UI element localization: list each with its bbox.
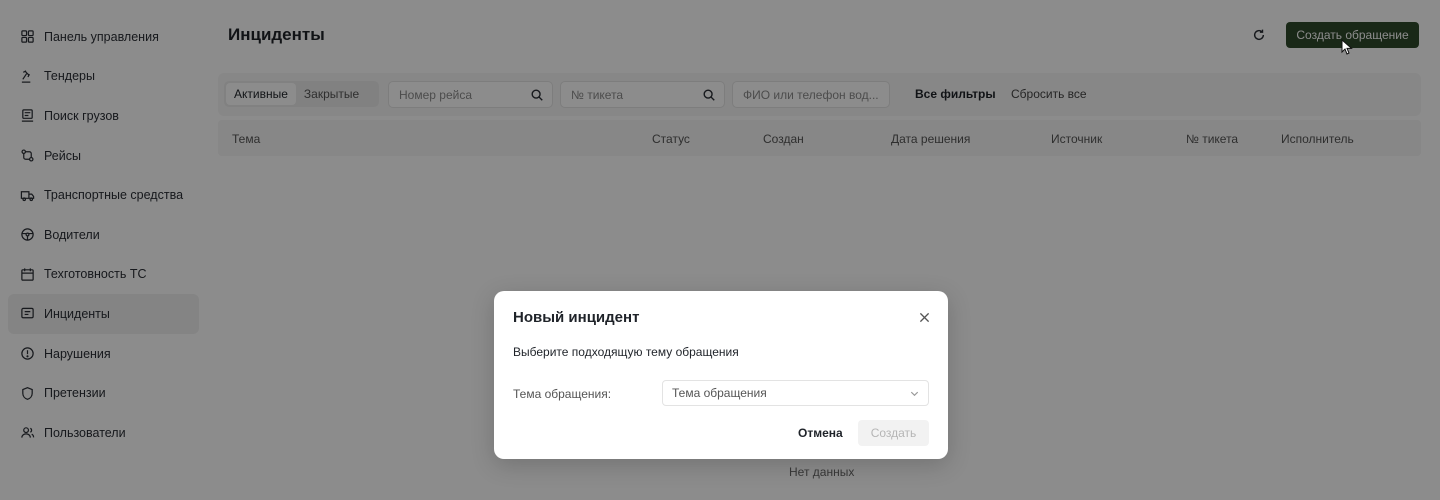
- mouse-cursor-icon: [1341, 39, 1353, 55]
- close-button[interactable]: [917, 310, 931, 324]
- topic-field-label: Тема обращения:: [513, 387, 612, 401]
- new-incident-dialog: Новый инцидент Выберите подходящую тему …: [494, 291, 948, 459]
- topic-select[interactable]: Тема обращения: [662, 380, 929, 406]
- dialog-subtitle: Выберите подходящую тему обращения: [513, 345, 739, 359]
- cancel-button[interactable]: Отмена: [786, 420, 855, 446]
- create-button[interactable]: Создать: [858, 420, 929, 446]
- close-icon: [919, 312, 929, 322]
- chevron-down-icon: [910, 391, 919, 396]
- dialog-title: Новый инцидент: [513, 309, 640, 326]
- topic-select-placeholder: Тема обращения: [672, 386, 767, 400]
